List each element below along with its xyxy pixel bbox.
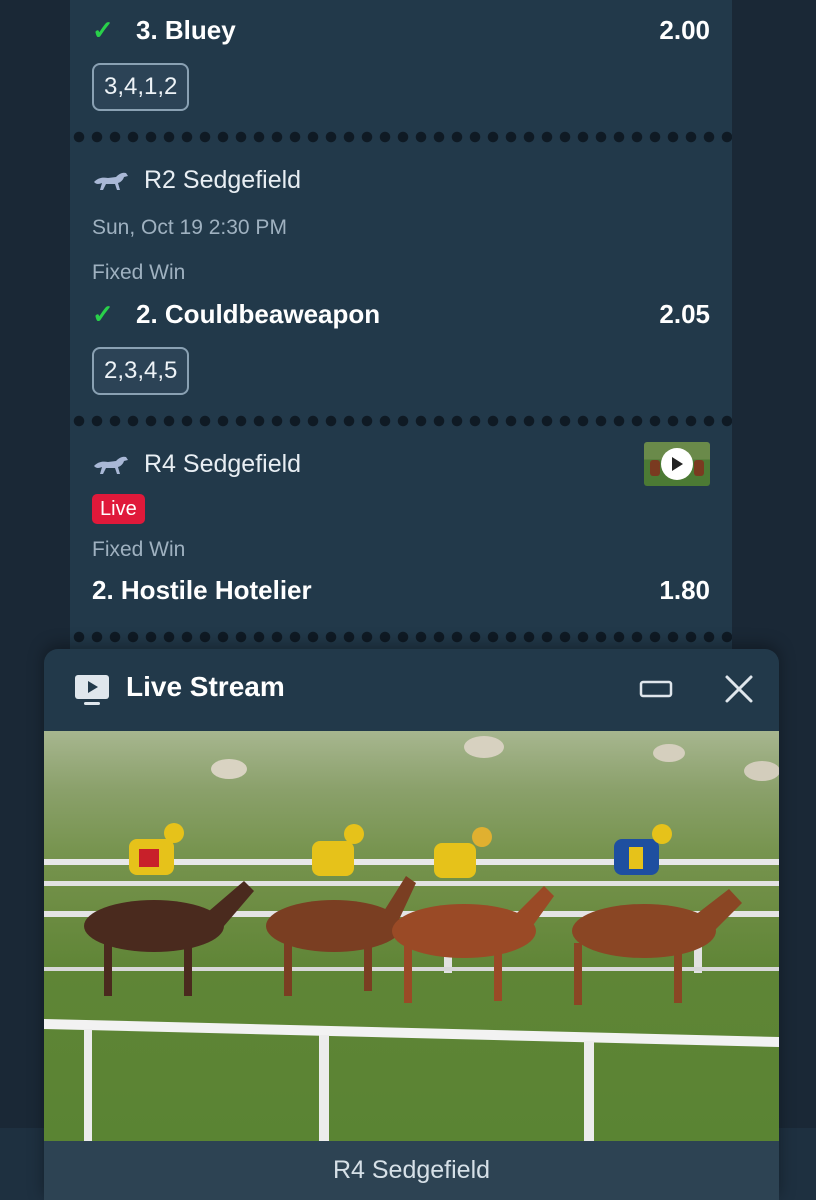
- thumb-rider: [694, 460, 704, 476]
- video-thumbnail[interactable]: [644, 442, 710, 486]
- live-stream-panel: Live Stream R4 Sedgefield: [44, 649, 779, 1200]
- selection-name: 2. Hostile Hotelier: [92, 574, 312, 605]
- market-type: Fixed Win: [92, 261, 186, 284]
- selection-odds: 2.00: [659, 14, 710, 45]
- selection-name: 2. Couldbeaweapon: [136, 298, 381, 329]
- selection-odds: 1.80: [659, 574, 710, 605]
- race-video-frame: [44, 736, 779, 1141]
- runner-combo-badge: 2,3,4,5: [92, 347, 190, 395]
- leg-divider: [70, 631, 732, 643]
- live-badge: Live: [92, 494, 145, 524]
- race-name: R2 Sedgefield: [144, 165, 302, 194]
- race-heading[interactable]: R4 Sedgefield: [92, 444, 301, 484]
- video-player[interactable]: [44, 731, 779, 1141]
- horse-racing-icon: [94, 456, 128, 474]
- close-icon[interactable]: [721, 671, 757, 707]
- horse-racing-icon: [94, 172, 128, 190]
- multi-bet-card: ✓ 3. Bluey 2.00 3,4,1,2 R2 Sedgefield Su…: [70, 0, 732, 660]
- minimize-icon: [639, 680, 673, 698]
- stream-footer[interactable]: R4 Sedgefield: [44, 1141, 779, 1200]
- check-icon: ✓: [92, 14, 114, 45]
- leg-divider: [70, 131, 732, 143]
- race-heading[interactable]: R2 Sedgefield: [92, 160, 301, 200]
- minimize-button[interactable]: [638, 673, 674, 705]
- race-datetime: Sun, Oct 19 2:30 PM: [92, 216, 287, 239]
- play-icon[interactable]: [661, 448, 693, 480]
- stream-header: Live Stream: [44, 649, 779, 731]
- stream-title: Live Stream: [126, 671, 285, 702]
- tv-play-icon: [75, 675, 109, 705]
- runner-combo-badge: 3,4,1,2: [92, 63, 190, 111]
- selection-odds: 2.05: [659, 298, 710, 329]
- thumb-rider: [650, 460, 660, 476]
- leg-selection-row: ✓ 2. Couldbeaweapon 2.05: [92, 294, 710, 334]
- leg-selection-row: 2. Hostile Hotelier 1.80: [92, 570, 710, 610]
- market-type: Fixed Win: [92, 538, 186, 561]
- selection-name: 3. Bluey: [136, 14, 236, 45]
- race-name: R4 Sedgefield: [144, 449, 302, 478]
- check-icon: ✓: [92, 298, 114, 329]
- stream-race-label: R4 Sedgefield: [332, 1156, 491, 1184]
- leg-divider: [70, 415, 732, 427]
- leg-selection-row: ✓ 3. Bluey 2.00: [92, 10, 710, 50]
